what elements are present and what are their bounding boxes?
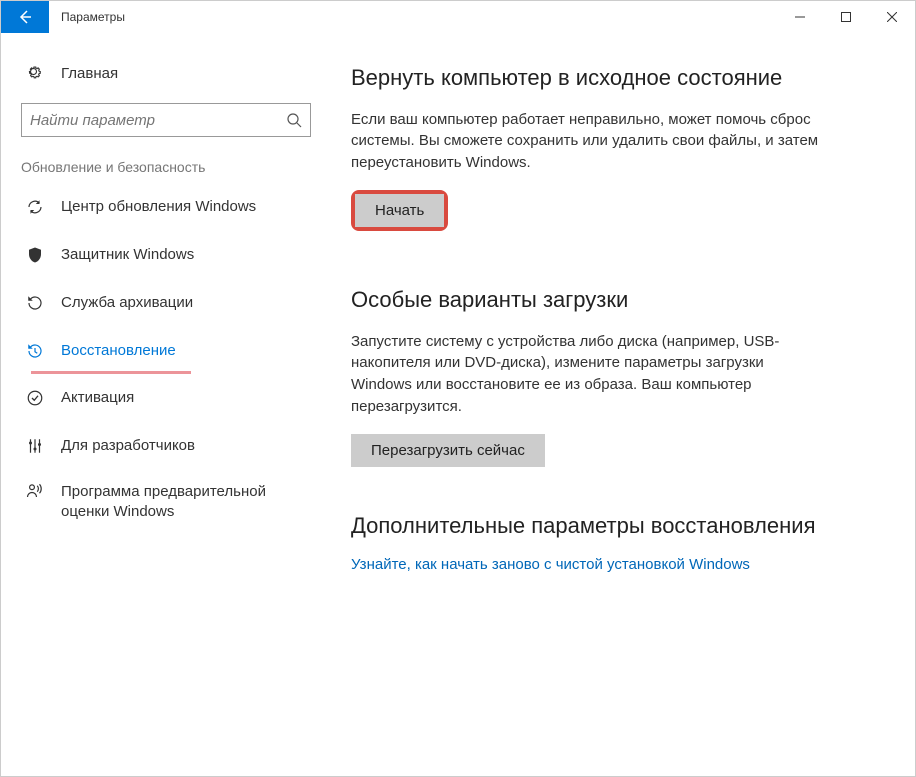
sidebar-item-label: Для разработчиков: [61, 436, 195, 456]
section-reset: Вернуть компьютер в исходное состояние Е…: [351, 63, 875, 241]
titlebar: Параметры: [1, 1, 915, 33]
sidebar-item-defender[interactable]: Защитник Windows: [11, 231, 321, 279]
sidebar-item-insider[interactable]: Программа предварительной оценки Windows: [11, 470, 321, 530]
sidebar-item-label: Активация: [61, 388, 134, 408]
advanced-startup-heading: Особые варианты загрузки: [351, 285, 875, 315]
more-recovery-heading: Дополнительные параметры восстановления: [351, 511, 875, 541]
reset-description: Если ваш компьютер работает неправильно,…: [351, 109, 821, 174]
sidebar: Главная Обновление и безопасность Центр …: [1, 33, 321, 776]
main-container: Главная Обновление и безопасность Центр …: [1, 33, 915, 776]
section-advanced-startup: Особые варианты загрузки Запустите систе…: [351, 285, 875, 467]
arrow-left-icon: [17, 9, 33, 25]
sidebar-item-windows-update[interactable]: Центр обновления Windows: [11, 183, 321, 231]
restart-now-button[interactable]: Перезагрузить сейчас: [351, 434, 545, 467]
history-icon: [23, 342, 47, 360]
advanced-startup-description: Запустите систему с устройства либо диск…: [351, 331, 821, 418]
sidebar-item-activation[interactable]: Активация: [11, 374, 321, 422]
shield-icon: [23, 246, 47, 264]
window-title: Параметры: [61, 10, 125, 24]
maximize-icon: [841, 12, 851, 22]
back-button[interactable]: [1, 1, 49, 33]
sidebar-item-developers[interactable]: Для разработчиков: [11, 422, 321, 470]
minimize-icon: [795, 12, 805, 22]
search-box[interactable]: [21, 103, 311, 137]
sidebar-item-label: Защитник Windows: [61, 245, 194, 265]
backup-icon: [23, 294, 47, 312]
sidebar-item-label: Восстановление: [61, 341, 176, 361]
reset-heading: Вернуть компьютер в исходное состояние: [351, 63, 875, 93]
sidebar-home[interactable]: Главная: [11, 53, 321, 93]
maximize-button[interactable]: [823, 1, 869, 33]
fresh-start-link[interactable]: Узнайте, как начать заново с чистой уста…: [351, 556, 750, 573]
check-circle-icon: [23, 389, 47, 407]
section-more-recovery: Дополнительные параметры восстановления …: [351, 511, 875, 575]
window-controls: [777, 1, 915, 33]
minimize-button[interactable]: [777, 1, 823, 33]
sidebar-item-recovery[interactable]: Восстановление: [11, 327, 321, 375]
sidebar-item-label: Центр обновления Windows: [61, 197, 256, 217]
content-area: Вернуть компьютер в исходное состояние Е…: [321, 33, 915, 776]
close-icon: [887, 12, 897, 22]
sidebar-category-label: Обновление и безопасность: [11, 137, 321, 183]
annotation-highlight-box: Начать: [351, 190, 448, 231]
gear-icon: [23, 64, 47, 82]
search-input[interactable]: [30, 112, 286, 129]
search-icon: [286, 112, 302, 128]
sidebar-item-backup[interactable]: Служба архивации: [11, 279, 321, 327]
sidebar-item-label: Программа предварительной оценки Windows: [61, 482, 311, 521]
reset-start-button[interactable]: Начать: [355, 194, 444, 227]
sidebar-item-label: Служба архивации: [61, 293, 193, 313]
sliders-icon: [23, 437, 47, 455]
sidebar-home-label: Главная: [61, 65, 118, 82]
close-button[interactable]: [869, 1, 915, 33]
sync-icon: [23, 198, 47, 216]
insider-icon: [23, 482, 47, 500]
